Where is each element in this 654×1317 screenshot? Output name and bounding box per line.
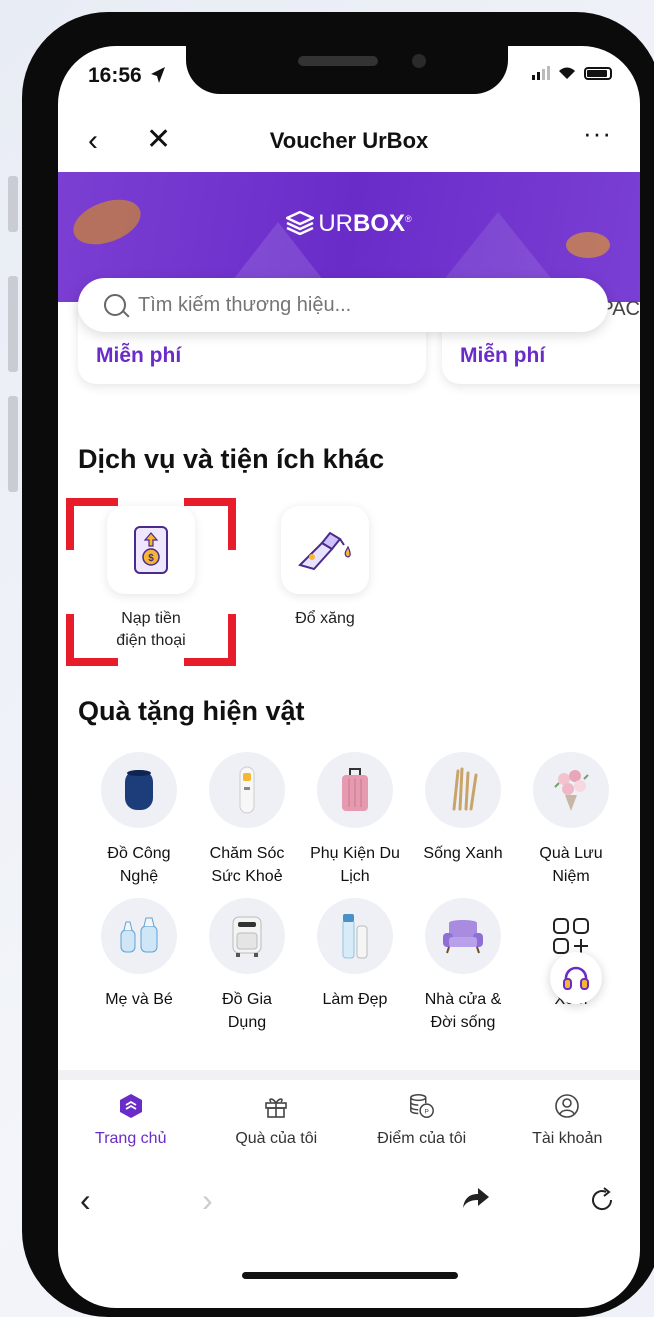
browser-forward-button[interactable]: › [202, 1182, 213, 1219]
gift-category-label: Đồ Gia Dụng [222, 991, 272, 1032]
home-indicator [242, 1272, 458, 1279]
voucher-price-label: Miễn phí [460, 344, 546, 367]
urbox-logo-icon [286, 211, 315, 235]
status-time: 16:56 [88, 64, 142, 87]
service-item-fuel[interactable]: Đổ xăng [270, 506, 380, 630]
bamboo-straws-icon [425, 752, 501, 828]
thermometer-icon [209, 752, 285, 828]
tab-home[interactable]: Trang chủ [58, 1080, 204, 1170]
gift-category-label: Nhà cửa & Đời sống [424, 991, 502, 1032]
page-title: Voucher UrBox [269, 128, 429, 153]
suitcase-icon [317, 752, 393, 828]
screen: 16:56 ‹ ✕ Voucher UrBox ··· URBOX® Miễn … [58, 46, 640, 1308]
search-bar[interactable] [78, 278, 608, 332]
search-icon [104, 294, 126, 316]
coins-icon: P [408, 1092, 436, 1120]
gift-icon [262, 1092, 290, 1120]
svg-text:P: P [424, 1108, 428, 1115]
nav-bar: ‹ ✕ Voucher UrBox ··· [58, 112, 640, 172]
tab-label: Điểm của tôi [377, 1130, 467, 1147]
phone-side-button [8, 276, 18, 372]
tab-account[interactable]: Tài khoản [495, 1080, 641, 1170]
services-title: Dịch vụ và tiện ích khác [78, 444, 385, 474]
gift-category-item[interactable]: Phụ Kiện Du Lịch [300, 752, 410, 888]
account-icon [553, 1092, 581, 1120]
more-button[interactable]: ··· [583, 118, 612, 149]
cosmetics-icon [317, 898, 393, 974]
phone-notch [186, 46, 508, 94]
bottom-tab-bar: Trang chủ Quà của tôi P Điểm của tôi Tài… [58, 1080, 640, 1170]
gift-category-item[interactable]: Chăm Sóc Sức Khoẻ [192, 752, 302, 888]
gifts-title: Quà tặng hiện vật [78, 696, 305, 726]
browser-toolbar: ‹ › [58, 1176, 640, 1236]
share-icon[interactable] [462, 1186, 490, 1215]
gift-category-item[interactable]: Làm Đẹp [300, 898, 410, 1011]
logo-text-prefix: UR [318, 210, 353, 237]
location-arrow-icon [150, 66, 166, 89]
gift-category-label: Chăm Sóc Sức Khoẻ [209, 845, 285, 886]
service-label: Đổ xăng [295, 610, 355, 627]
gift-category-item[interactable]: Đồ Công Nghệ [84, 752, 194, 888]
gift-category-item[interactable]: Quà Lưu Niệm [516, 752, 626, 888]
reload-icon[interactable] [588, 1186, 616, 1219]
browser-back-button[interactable]: ‹ [80, 1182, 91, 1219]
gift-category-label: Đồ Công Nghệ [107, 845, 171, 886]
search-input[interactable] [138, 293, 558, 317]
gift-category-label: Quà Lưu Niệm [539, 845, 603, 886]
gift-category-item[interactable]: Nhà cửa & Đời sống [408, 898, 518, 1034]
tab-label: Trang chủ [95, 1130, 167, 1147]
gift-category-label: Mẹ và Bé [105, 991, 173, 1008]
logo-text-bold: BOX [353, 210, 406, 237]
gift-category-label: Sống Xanh [423, 845, 503, 862]
flower-bouquet-icon [533, 752, 609, 828]
armchair-icon [425, 898, 501, 974]
speaker-icon [101, 752, 177, 828]
gift-category-item[interactable]: Sống Xanh [408, 752, 518, 865]
highlight-box [66, 498, 236, 666]
gift-category-label: Phụ Kiện Du Lịch [310, 845, 400, 886]
baby-bottle-icon [101, 898, 177, 974]
gift-category-item[interactable]: Mẹ và Bé [84, 898, 194, 1011]
gift-category-item[interactable]: Đồ Gia Dụng [192, 898, 302, 1034]
urbox-logo: URBOX® [58, 210, 640, 238]
fuel-nozzle-icon [298, 531, 351, 571]
voucher-price-label: Miễn phí [96, 344, 182, 367]
air-fryer-icon [209, 898, 285, 974]
battery-icon [584, 66, 612, 80]
wifi-icon [559, 67, 575, 79]
tab-label: Quà của tôi [235, 1130, 318, 1147]
signal-icon [532, 66, 550, 80]
logo-registered-mark: ® [405, 214, 412, 224]
tab-my-gifts[interactable]: Quà của tôi [204, 1080, 350, 1170]
tab-label: Tài khoản [532, 1130, 603, 1147]
home-logo-icon [117, 1092, 145, 1120]
divider [58, 1070, 640, 1080]
support-chat-button[interactable] [550, 952, 602, 1004]
phone-side-button [8, 396, 18, 492]
tab-my-points[interactable]: P Điểm của tôi [349, 1080, 495, 1170]
gift-category-label: Làm Đẹp [322, 991, 388, 1008]
headset-icon [563, 966, 589, 990]
phone-side-button [8, 176, 18, 232]
